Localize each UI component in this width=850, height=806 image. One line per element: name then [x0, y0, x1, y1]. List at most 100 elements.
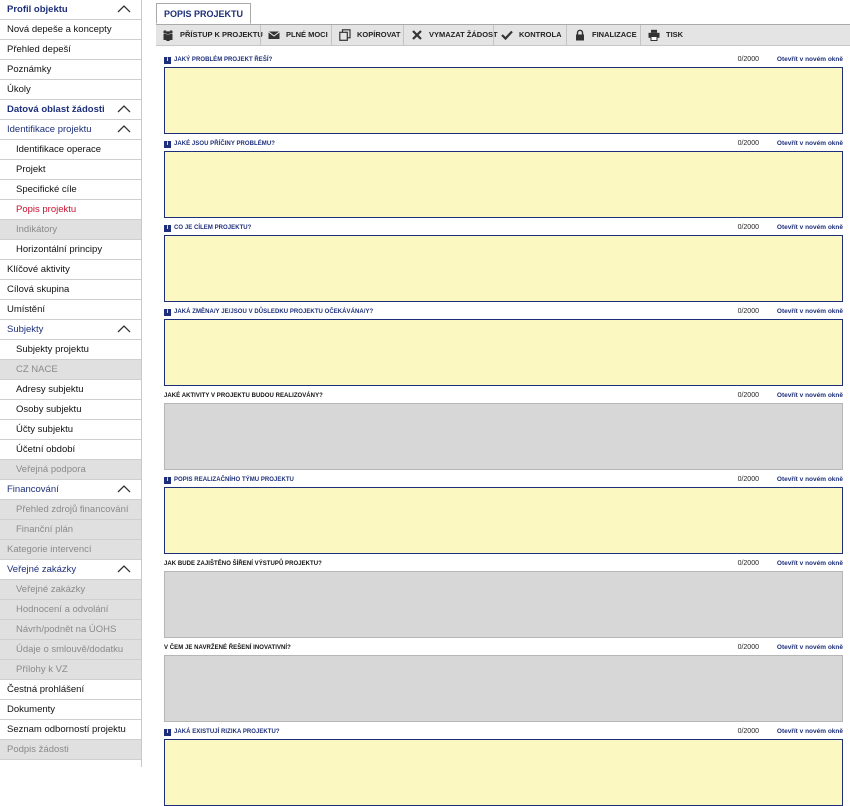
- sidebar-item-label: Financování: [7, 484, 59, 495]
- sidebar-item-seznam-odbornosti-projektu[interactable]: Seznam odborností projektu: [0, 720, 141, 740]
- sidebar-item-ukoly[interactable]: Úkoly: [0, 80, 141, 100]
- character-counter: 0/2000: [737, 560, 759, 567]
- sidebar-item-adresy-subjektu[interactable]: Adresy subjektu: [0, 380, 141, 400]
- sidebar-item-label: Klíčové aktivity: [7, 264, 70, 275]
- chevron-up-icon[interactable]: [117, 484, 131, 494]
- tab-bar: POPIS PROJEKTU: [156, 0, 850, 25]
- sidebar-item-label: Osoby subjektu: [16, 404, 82, 415]
- open-in-new-window-link[interactable]: Otevřít v novém okně: [777, 140, 843, 147]
- sidebar-item-popis-projektu[interactable]: Popis projektu: [0, 200, 141, 220]
- toolbar-button-label: FINALIZACE: [592, 30, 637, 39]
- sidebar-item-label: Adresy subjektu: [16, 384, 84, 395]
- sidebar-item-cilova-skupina[interactable]: Cílová skupina: [0, 280, 141, 300]
- field-textarea[interactable]: [164, 487, 843, 554]
- sidebar-item-label: Profil objektu: [7, 4, 68, 15]
- field-header: i JAKÝ PROBLÉM PROJEKT ŘEŠÍ? 0/2000 Otevřít…: [164, 56, 843, 67]
- chevron-up-icon[interactable]: [117, 4, 131, 14]
- info-icon[interactable]: i: [164, 141, 171, 148]
- field-header: V ČEM JE NAVRŽENÉ ŘEŠENÍ INOVATIVNÍ? 0/20…: [164, 644, 843, 655]
- field-textarea: [164, 655, 843, 722]
- sidebar-item-datova-oblast-zadosti[interactable]: Datová oblast žádosti: [0, 100, 141, 120]
- sidebar-item-cestna-prohlaseni[interactable]: Čestná prohlášení: [0, 680, 141, 700]
- info-icon[interactable]: i: [164, 477, 171, 484]
- copy-icon: [339, 29, 351, 41]
- sidebar-item-ucty-subjektu[interactable]: Účty subjektu: [0, 420, 141, 440]
- field-co-je-cilem-projektu: i CO JE CÍLEM PROJEKTU? 0/2000 Otevřít v no…: [164, 224, 843, 302]
- sidebar-item-subjekty-projektu[interactable]: Subjekty projektu: [0, 340, 141, 360]
- sidebar-item-label: Projekt: [16, 164, 46, 175]
- toolbar-button-label: KOPÍROVAT: [357, 30, 401, 39]
- sidebar-item-prilohy-k-vz: Přílohy k VZ: [0, 660, 141, 680]
- sidebar-item-identifikace-operace[interactable]: Identifikace operace: [0, 140, 141, 160]
- sidebar-item-cz-nace: CZ NACE: [0, 360, 141, 380]
- field-label: JAKÉ AKTIVITY V PROJEKTU BUDOU REALIZOVÁ…: [164, 393, 323, 399]
- sidebar-item-identifikace-projektu[interactable]: Identifikace projektu: [0, 120, 141, 140]
- field-textarea[interactable]: [164, 151, 843, 218]
- field-textarea[interactable]: [164, 739, 843, 806]
- field-textarea[interactable]: [164, 235, 843, 302]
- info-icon[interactable]: i: [164, 309, 171, 316]
- field-jaka-zmena-y-je-jsou-v-dusledku-projektu-ocekavana-y: i JAKÁ ZMĚNA/Y JE/JSOU V DŮSLEDKU PROJEKT…: [164, 308, 843, 386]
- toolbar-button-label: PLNÉ MOCI: [286, 30, 328, 39]
- sidebar-item-dokumenty[interactable]: Dokumenty: [0, 700, 141, 720]
- sidebar-item-indikatory: Indikátory: [0, 220, 141, 240]
- sidebar-item-label: Údaje o smlouvě/dodatku: [16, 644, 124, 655]
- character-counter: 0/2000: [737, 56, 759, 63]
- sidebar-item-ucetni-obdobi[interactable]: Účetní období: [0, 440, 141, 460]
- info-icon[interactable]: i: [164, 225, 171, 232]
- sidebar-item-label: Veřejné zakázky: [16, 584, 86, 595]
- sidebar-item-label: Datová oblast žádosti: [7, 104, 105, 115]
- sidebar-item-udaje-o-smlouve-dodatku: Údaje o smlouvě/dodatku: [0, 640, 141, 660]
- chevron-up-icon[interactable]: [117, 104, 131, 114]
- sidebar-item-label: Identifikace operace: [16, 144, 102, 155]
- field-textarea: [164, 571, 843, 638]
- character-counter: 0/2000: [737, 728, 759, 735]
- sidebar-item-projekt[interactable]: Projekt: [0, 160, 141, 180]
- sidebar-item-specificke-cile[interactable]: Specifické cíle: [0, 180, 141, 200]
- main-content: POPIS PROJEKTU PŘÍSTUP K PROJEKTU PLNÉ MO…: [156, 0, 850, 806]
- open-in-new-window-link[interactable]: Otevřít v novém okně: [777, 392, 843, 399]
- sidebar-item-label: Čestná prohlášení: [7, 684, 85, 695]
- field-header: i JAKÁ ZMĚNA/Y JE/JSOU V DŮSLEDKU PROJEKT…: [164, 308, 843, 319]
- field-label: JAKÝ PROBLÉM PROJEKT ŘEŠÍ?: [174, 57, 273, 63]
- sidebar-item-label: Cílová skupina: [7, 284, 70, 295]
- chevron-up-icon[interactable]: [117, 324, 131, 334]
- chevron-up-icon[interactable]: [117, 564, 131, 574]
- chevron-up-icon[interactable]: [117, 124, 131, 134]
- sidebar-item-umisteni[interactable]: Umístění: [0, 300, 141, 320]
- sidebar-item-verejne-zakazky[interactable]: Veřejné zakázky: [0, 560, 141, 580]
- open-in-new-window-link[interactable]: Otevřít v novém okně: [777, 728, 843, 735]
- sidebar-item-label: Účetní období: [16, 444, 76, 455]
- info-icon[interactable]: i: [164, 57, 171, 64]
- character-counter: 0/2000: [737, 392, 759, 399]
- sidebar-item-label: Identifikace projektu: [7, 124, 92, 135]
- open-in-new-window-link[interactable]: Otevřít v novém okně: [777, 308, 843, 315]
- tab-popis-projektu[interactable]: POPIS PROJEKTU: [156, 3, 252, 24]
- sidebar-item-prehled-depesi[interactable]: Přehled depeší: [0, 40, 141, 60]
- sidebar-item-poznamky[interactable]: Poznámky: [0, 60, 141, 80]
- open-in-new-window-link[interactable]: Otevřít v novém okně: [777, 644, 843, 651]
- sidebar-item-osoby-subjektu[interactable]: Osoby subjektu: [0, 400, 141, 420]
- field-textarea[interactable]: [164, 319, 843, 386]
- sidebar-item-subjekty[interactable]: Subjekty: [0, 320, 141, 340]
- sidebar-item-profil-objektu[interactable]: Profil objektu: [0, 0, 141, 20]
- info-icon[interactable]: i: [164, 729, 171, 736]
- open-in-new-window-link[interactable]: Otevřít v novém okně: [777, 224, 843, 231]
- sidebar-item-podpis-zadosti: Podpis žádosti: [0, 740, 141, 760]
- open-in-new-window-link[interactable]: Otevřít v novém okně: [777, 476, 843, 483]
- sidebar-item-label: Horizontální principy: [16, 244, 103, 255]
- sidebar-item-nova-depese-a-koncepty[interactable]: Nová depeše a koncepty: [0, 20, 141, 40]
- character-counter: 0/2000: [737, 140, 759, 147]
- sidebar-item-klicove-aktivity[interactable]: Klíčové aktivity: [0, 260, 141, 280]
- sidebar-item-horizontalni-principy[interactable]: Horizontální principy: [0, 240, 141, 260]
- open-in-new-window-link[interactable]: Otevřít v novém okně: [777, 56, 843, 63]
- field-header: i POPIS REALIZAČNÍHO TÝMU PROJEKTU 0/2000 O…: [164, 476, 843, 487]
- field-label: JAKÉ JSOU PŘÍČINY PROBLÉMU?: [174, 141, 275, 147]
- sidebar-item-label: Nová depeše a koncepty: [7, 24, 112, 35]
- field-label: JAKÁ ZMĚNA/Y JE/JSOU V DŮSLEDKU PROJEKTU…: [174, 309, 374, 315]
- sidebar-item-label: Umístění: [7, 304, 46, 315]
- sidebar-item-label: Subjekty: [7, 324, 44, 335]
- open-in-new-window-link[interactable]: Otevřít v novém okně: [777, 560, 843, 567]
- field-textarea[interactable]: [164, 67, 843, 134]
- sidebar-item-financovani[interactable]: Financování: [0, 480, 141, 500]
